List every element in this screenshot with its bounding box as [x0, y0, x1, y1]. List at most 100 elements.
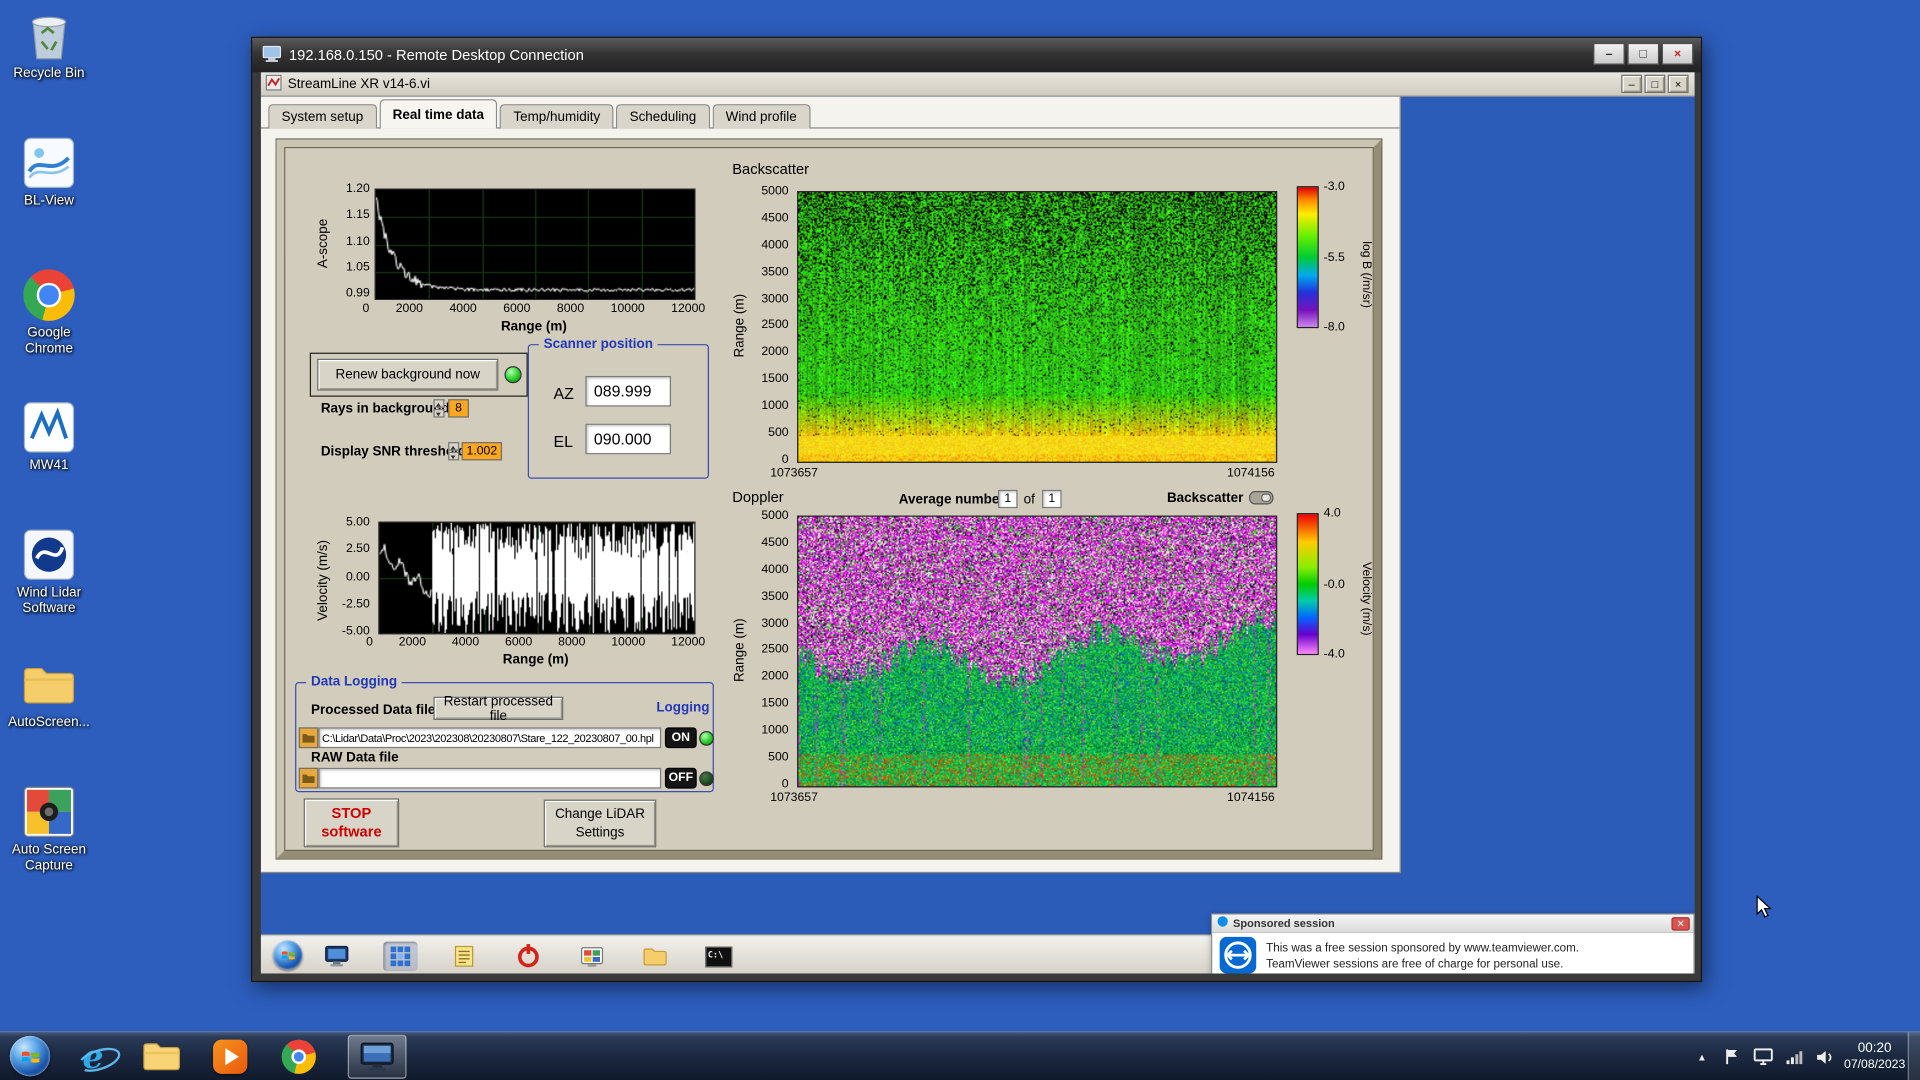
desktop-icon-wind-lidar[interactable]: Wind Lidar Software	[2, 527, 95, 618]
folder-icon[interactable]	[638, 942, 672, 971]
rdp-titlebar[interactable]: 192.168.0.150 - Remote Desktop Connectio…	[252, 38, 1701, 72]
notes-icon[interactable]	[447, 942, 481, 971]
desktop-icon-autoscreen-folder[interactable]: AutoScreen...	[2, 656, 95, 731]
y-tick-label: 2000	[761, 346, 788, 359]
tab-wind-profile[interactable]: Wind profile	[712, 104, 810, 128]
y-tick-label: 0.99	[346, 287, 370, 300]
tab-label: Temp/humidity	[513, 110, 600, 125]
remote-start-orb[interactable]	[273, 940, 302, 969]
logging-label: Logging	[656, 700, 709, 715]
rdp-minimize-button[interactable]: –	[1593, 43, 1625, 65]
el-value-field[interactable]: 090.000	[585, 424, 671, 455]
tray-display-icon[interactable]	[1752, 1046, 1774, 1068]
rdp-maximize-button[interactable]: □	[1627, 43, 1659, 65]
x-start-label: 1073657	[770, 791, 818, 804]
ie-icon[interactable]: e	[69, 1032, 118, 1080]
processed-path-field[interactable]: C:\Lidar\Data\Proc\2023\202308\20230807\…	[318, 727, 661, 748]
snr-value-field[interactable]: 1.002	[462, 442, 502, 460]
x-tick-label: 12000	[671, 302, 705, 315]
x-tick-label: 2000	[399, 636, 426, 649]
tab-real-time-data[interactable]: Real time data	[379, 99, 497, 128]
y-tick-label: 1.05	[346, 261, 370, 274]
average-number-field[interactable]: 1	[998, 490, 1018, 508]
app-minimize-button[interactable]: –	[1621, 75, 1642, 93]
app-maximize-button[interactable]: □	[1644, 75, 1665, 93]
remote-desktop-area: StreamLine XR v14-6.vi – □ × System setu…	[261, 72, 1695, 973]
stop-software-button[interactable]: STOP software	[304, 798, 400, 847]
cmd-icon[interactable]: C:\	[702, 942, 736, 971]
teamviewer-popup-titlebar[interactable]: Sponsored session ✕	[1212, 915, 1693, 933]
start-orb[interactable]	[10, 1036, 50, 1076]
grid-app-icon[interactable]	[383, 942, 417, 971]
renew-background-led	[504, 366, 521, 383]
power-icon[interactable]	[511, 942, 545, 971]
front-panel: A-scope 1.20 1.15 1.10 1.05 0.99 0 2000 4000 60…	[277, 140, 1381, 859]
desktop-icon-label: MW41	[2, 458, 95, 474]
rdp-taskbar-button[interactable]	[348, 1035, 407, 1079]
x-tick-label: 2000	[396, 302, 423, 315]
chrome-icon[interactable]	[274, 1032, 323, 1080]
tray-network-icon[interactable]	[1783, 1046, 1805, 1068]
app-close-button[interactable]: ×	[1668, 75, 1689, 93]
renew-background-button[interactable]: Renew background now	[317, 359, 498, 391]
y-tick-label: 5000	[761, 185, 788, 198]
desktop-icon-auto-screen-capture[interactable]: Auto Screen Capture	[2, 784, 95, 875]
tray-flag-icon[interactable]	[1722, 1046, 1744, 1068]
mw41-icon	[2, 399, 95, 455]
app-titlebar[interactable]: StreamLine XR v14-6.vi – □ ×	[261, 72, 1695, 96]
rays-value-field[interactable]: 8	[448, 399, 469, 417]
doppler-colorbar-ticks: 4.0 -0.0 -4.0	[1324, 507, 1361, 661]
average-count-field[interactable]: 1	[1042, 490, 1062, 508]
processed-data-file-label: Processed Data file	[311, 703, 435, 718]
desktop-icon-google-chrome[interactable]: Google Chrome	[2, 267, 95, 358]
x-end-label: 1074156	[1227, 467, 1275, 480]
data-logging-group: Data Logging Processed Data file Restart…	[295, 682, 714, 792]
tab-system-setup[interactable]: System setup	[268, 104, 377, 128]
tray-chevron-icon[interactable]: ▲	[1691, 1046, 1713, 1068]
raw-path-browse-icon[interactable]	[299, 768, 319, 789]
desktop-icon-mw41[interactable]: MW41	[2, 399, 95, 474]
taskbar-clock[interactable]: 00:20 07/08/2023	[1844, 1041, 1905, 1073]
desktop-icon-recycle-bin[interactable]: Recycle Bin	[2, 7, 95, 82]
tray-volume-icon[interactable]	[1813, 1046, 1835, 1068]
y-tick-label: 4000	[761, 239, 788, 252]
system-tray: ▲ 00:20 07/08/2023	[1691, 1032, 1905, 1080]
backscatter-display-toggle[interactable]	[1249, 491, 1273, 504]
teamviewer-popup: Sponsored session ✕ This was a free sess…	[1211, 913, 1695, 973]
chrome-icon	[2, 267, 95, 323]
display-icon[interactable]	[320, 942, 354, 971]
processed-path-browse-icon[interactable]	[299, 727, 319, 748]
snr-spinner[interactable]	[448, 442, 459, 460]
explorer-icon[interactable]	[137, 1032, 186, 1080]
tab-temp-humidity[interactable]: Temp/humidity	[500, 104, 614, 128]
raw-path-field[interactable]	[318, 768, 661, 789]
media-player-icon[interactable]	[206, 1032, 255, 1080]
ascope-x-axis-label: Range (m)	[375, 320, 693, 335]
change-button-line2: Settings	[576, 823, 625, 841]
el-label: EL	[553, 432, 572, 450]
ascope-plot	[375, 189, 696, 300]
desktop-icon-bl-view[interactable]: BL-View	[2, 135, 95, 210]
rdp-close-button[interactable]: ×	[1662, 43, 1694, 65]
tab-scheduling[interactable]: Scheduling	[616, 104, 710, 128]
scanner-position-title: Scanner position	[539, 337, 658, 352]
colorbar-tick-label: -8.0	[1324, 321, 1345, 334]
x-tick-label: 6000	[505, 636, 532, 649]
doppler-y-axis-label: Range (m)	[732, 601, 747, 699]
ascope-x-ticks: 0 2000 4000 6000 8000 10000 12000	[362, 302, 705, 315]
stop-button-line2: software	[321, 823, 381, 841]
logging-on-button[interactable]: ON	[665, 727, 697, 748]
raw-data-file-label: RAW Data file	[311, 751, 399, 766]
bl-view-icon	[2, 135, 95, 191]
rays-in-background-label: Rays in background	[321, 402, 450, 417]
logging-off-button[interactable]: OFF	[665, 768, 697, 789]
show-desktop-button[interactable]	[1908, 1032, 1920, 1080]
restart-processed-file-button[interactable]: Restart processed file	[433, 697, 563, 720]
rays-spinner[interactable]	[433, 399, 444, 417]
host-taskbar: e ▲ 00:20 07/08/2023	[0, 1031, 1920, 1080]
x-tick-label: 8000	[557, 302, 584, 315]
capture-icon[interactable]	[574, 942, 608, 971]
az-value-field[interactable]: 089.999	[585, 376, 671, 407]
teamviewer-close-icon[interactable]: ✕	[1671, 917, 1689, 930]
change-lidar-settings-button[interactable]: Change LiDAR Settings	[544, 800, 657, 848]
